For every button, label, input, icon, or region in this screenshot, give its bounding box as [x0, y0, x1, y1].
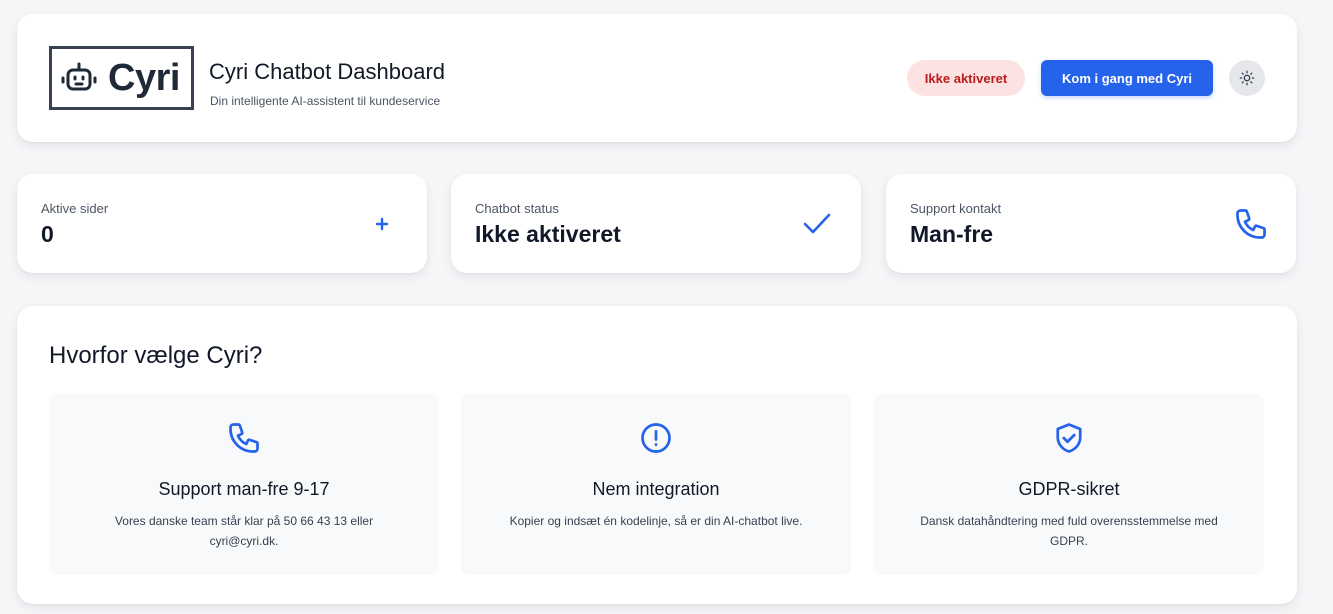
feature-gdpr: GDPR-sikret Dansk datahåndtering med ful… [874, 394, 1264, 575]
exclamation-circle-icon [641, 423, 671, 453]
feature-title: GDPR-sikret [1018, 479, 1120, 499]
feature-title: Nem integration [592, 479, 720, 499]
logo-text: Cyri [108, 56, 180, 99]
stat-label: Chatbot status [475, 201, 559, 216]
get-started-button[interactable]: Kom i gang med Cyri [1041, 60, 1213, 96]
feature-description: Dansk datahåndtering med fuld overensste… [920, 514, 1218, 548]
stat-value: Man-fre [910, 221, 994, 247]
logo: Cyri [49, 46, 194, 110]
stat-value: Ikke aktiveret [475, 221, 621, 247]
header-card: Cyri Cyri Chatbot Dashboard Din intellig… [17, 14, 1297, 142]
robot-icon [61, 62, 97, 91]
shield-check-icon [1056, 423, 1082, 453]
phone-icon [229, 423, 259, 453]
page-subtitle: Din intelligente AI-assistent til kundes… [210, 94, 441, 108]
feature-integration: Nem integration Kopier og indsæt én kode… [461, 394, 851, 575]
feature-title: Support man-fre 9-17 [158, 479, 330, 499]
theme-toggle-button[interactable] [1229, 60, 1265, 96]
status-badge: Ikke aktiveret [907, 60, 1025, 96]
feature-description: Kopier og indsæt én kodelinje, så er din… [509, 514, 803, 528]
feature-support: Support man-fre 9-17 Vores danske team s… [49, 394, 439, 575]
features-card: Hvorfor vælge Cyri? Support man-fre 9-17… [17, 306, 1297, 604]
stat-card-active-pages: Aktive sider 0 [17, 174, 427, 273]
plus-icon [375, 217, 389, 231]
stat-card-chatbot-status: Chatbot status Ikke aktiveret [451, 174, 861, 273]
stat-label: Aktive sider [41, 201, 109, 216]
sun-icon [1239, 70, 1255, 86]
stat-value: 0 [41, 221, 54, 247]
stat-card-support-contact: Support kontakt Man-fre [886, 174, 1296, 273]
feature-description: Vores danske team står klar på 50 66 43 … [114, 514, 374, 548]
phone-icon [1236, 209, 1266, 239]
features-title: Hvorfor vælge Cyri? [49, 342, 263, 369]
page-title: Cyri Chatbot Dashboard [209, 59, 446, 84]
check-icon [803, 213, 831, 234]
stat-label: Support kontakt [910, 201, 1002, 216]
